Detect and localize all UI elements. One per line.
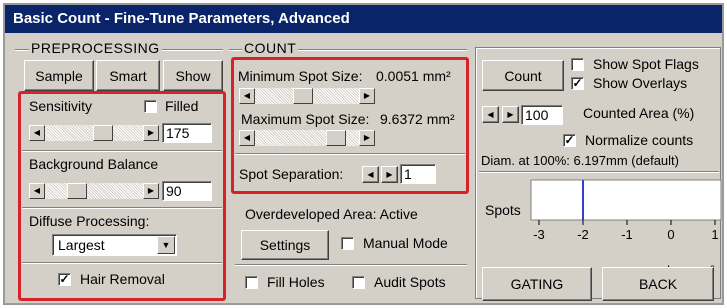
spots-axis-tick-label: 1 [711,227,718,242]
filled-label: Filled [165,98,199,114]
filled-checkbox[interactable] [144,100,157,113]
spots-chart-plot-area [530,179,722,221]
preprocessing-group-title: PREPROCESSING [29,40,162,56]
background-balance-label: Background Balance [29,156,159,172]
background-balance-slider-thumb[interactable] [66,183,87,199]
counted-area-decrease-icon[interactable]: ◀ [482,106,499,123]
sensitivity-slider[interactable]: ◀ ▶ [29,125,159,141]
spot-separation-label: Spot Separation: [239,166,344,182]
window-title: Basic Count - Fine-Tune Parameters, Adva… [5,5,722,33]
sensitivity-label: Sensitivity [29,98,93,114]
dropdown-arrow-icon[interactable]: ▼ [157,236,175,254]
spot-separation-increase-icon[interactable]: ▶ [381,166,398,183]
divider [235,264,467,265]
min-spot-left-arrow-icon[interactable]: ◀ [239,88,255,104]
back-button[interactable]: BACK [602,267,714,301]
counted-area-label: Counted Area (%) [583,105,695,121]
checkmark-icon: ✓ [59,272,70,286]
counted-area-value[interactable]: 100 [521,105,563,125]
gating-button[interactable]: GATING [482,267,592,301]
background-balance-right-arrow-icon[interactable]: ▶ [143,183,159,199]
min-spot-size-slider[interactable]: ◀ ▶ [239,88,375,104]
overdeveloped-area-status: Overdeveloped Area: Active [245,206,418,222]
max-spot-size-value: 9.6372 mm² [380,111,455,127]
diffuse-processing-label: Diffuse Processing: [29,213,150,229]
background-balance-slider-track[interactable] [29,183,159,199]
normalize-counts-checkbox[interactable]: ✓ [563,134,576,147]
spots-chart-label: Spots [485,202,521,218]
divider [22,262,222,263]
hair-removal-label: Hair Removal [80,271,165,287]
background-balance-value[interactable]: 90 [162,181,212,201]
spots-axis-tick-label: -1 [621,227,633,242]
fill-holes-checkbox[interactable] [245,276,258,289]
counted-area-increase-icon[interactable]: ▶ [502,106,519,123]
max-spot-size-slider[interactable]: ◀ ▶ [239,130,375,146]
show-button[interactable]: Show [163,60,223,91]
sensitivity-value[interactable]: 175 [162,123,212,143]
sensitivity-slider-thumb[interactable] [93,125,114,141]
normalize-counts-label: Normalize counts [585,132,694,148]
show-overlays-label: Show Overlays [593,75,688,91]
show-spot-flags-checkbox[interactable] [571,58,584,71]
max-spot-size-slider-track[interactable] [239,130,375,146]
diffuse-processing-select[interactable]: Largest ▼ [52,234,177,256]
diameter-text: Diam. at 100%: 6.197mm (default) [481,153,679,168]
spots-axis-tick-label: -2 [577,227,589,242]
audit-spots-checkbox[interactable] [352,276,365,289]
manual-mode-checkbox[interactable] [341,237,354,250]
spots-axis-tick-label: -3 [533,227,545,242]
spots-range-chart: -3 -2 -1 0 1 [530,179,722,242]
divider [235,153,465,154]
audit-spots-label: Audit Spots [374,274,446,290]
smart-button[interactable]: Smart [96,60,160,91]
show-overlays-checkbox[interactable]: ✓ [571,77,584,90]
max-spot-right-arrow-icon[interactable]: ▶ [359,130,375,146]
fill-holes-label: Fill Holes [267,274,325,290]
min-spot-size-label: Minimum Spot Size: [238,68,363,84]
max-spot-left-arrow-icon[interactable]: ◀ [239,130,255,146]
checkmark-icon: ✓ [572,76,583,90]
max-spot-size-label: Maximum Spot Size: [241,111,370,127]
min-spot-right-arrow-icon[interactable]: ▶ [359,88,375,104]
count-button[interactable]: Count [482,60,564,91]
spots-axis-tick-label: 0 [667,227,674,242]
hair-removal-checkbox[interactable]: ✓ [58,273,71,286]
min-spot-size-slider-thumb[interactable] [292,88,313,104]
min-spot-size-value: 0.0051 mm² [376,68,451,84]
basic-count-window: Basic Count - Fine-Tune Parameters, Adva… [3,3,724,305]
background-balance-slider[interactable]: ◀ ▶ [29,183,159,199]
show-spot-flags-label: Show Spot Flags [593,56,699,72]
divider [479,171,719,172]
background-balance-left-arrow-icon[interactable]: ◀ [29,183,45,199]
count-group-title: COUNT [242,40,299,56]
spot-separation-value[interactable]: 1 [400,164,436,184]
sample-button[interactable]: Sample [24,60,94,91]
settings-button[interactable]: Settings [241,230,329,260]
sensitivity-left-arrow-icon[interactable]: ◀ [29,125,45,141]
max-spot-size-slider-thumb[interactable] [326,130,347,146]
divider [22,150,222,151]
checkmark-icon: ✓ [564,133,575,147]
diffuse-processing-selected: Largest [58,237,105,253]
spot-separation-decrease-icon[interactable]: ◀ [362,166,379,183]
sensitivity-right-arrow-icon[interactable]: ▶ [143,125,159,141]
divider [22,207,222,208]
manual-mode-label: Manual Mode [363,235,448,251]
